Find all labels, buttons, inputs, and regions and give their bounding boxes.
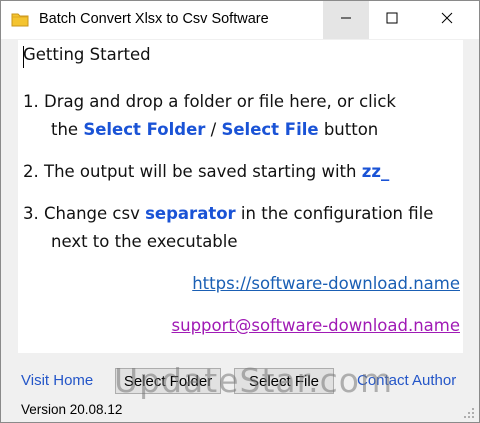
select-folder-button[interactable]: Select Folder <box>115 368 221 394</box>
select-file-button[interactable]: Select File <box>234 368 334 394</box>
step3-line2: next to the executable <box>51 232 238 251</box>
resize-grip-icon[interactable] <box>463 407 475 419</box>
step1-line2: the Select Folder / Select File button <box>51 120 378 139</box>
minimize-button[interactable] <box>323 1 369 39</box>
output-prefix: zz_ <box>361 162 390 181</box>
step2-text: 2. The output will be saved starting wit… <box>23 162 362 181</box>
maximize-icon <box>386 11 398 29</box>
step2-line: 2. The output will be saved starting wit… <box>23 162 389 181</box>
separator-hint: separator <box>145 204 236 223</box>
app-window: Batch Convert Xlsx to Csv Software Getti… <box>0 0 480 423</box>
folder-icon <box>11 11 29 27</box>
support-email-link[interactable]: support@software-download.name <box>172 316 460 335</box>
step3-text-post: in the configuration file <box>235 204 434 223</box>
select-file-hint: Select File <box>221 120 319 139</box>
action-bar: Visit Home Select Folder Select File Con… <box>1 363 479 397</box>
minimize-icon <box>340 11 352 29</box>
step1-line1: 1. Drag and drop a folder or file here, … <box>23 92 396 111</box>
window-title: Batch Convert Xlsx to Csv Software <box>39 11 269 27</box>
version-label: Version 20.08.12 <box>21 402 123 417</box>
step3-line1: 3. Change csv separator in the configura… <box>23 204 433 223</box>
step1-text-post: button <box>318 120 379 139</box>
visit-home-link[interactable]: Visit Home <box>21 372 93 389</box>
status-bar: Version 20.08.12 <box>1 399 479 422</box>
close-icon <box>441 11 453 29</box>
step3-text-pre: 3. Change csv <box>23 204 146 223</box>
website-link[interactable]: https://software-download.name <box>192 274 460 293</box>
close-button[interactable] <box>415 1 479 39</box>
step1-separator: / <box>205 120 222 139</box>
contact-author-link[interactable]: Contact Author <box>357 372 456 389</box>
select-folder-hint: Select Folder <box>83 120 206 139</box>
drop-area[interactable]: Getting Started 1. Drag and drop a folde… <box>18 40 463 353</box>
title-bar[interactable]: Batch Convert Xlsx to Csv Software <box>1 1 479 39</box>
getting-started-heading: Getting Started <box>23 45 151 64</box>
maximize-button[interactable] <box>369 1 415 39</box>
step1-text-pre: the <box>51 120 84 139</box>
